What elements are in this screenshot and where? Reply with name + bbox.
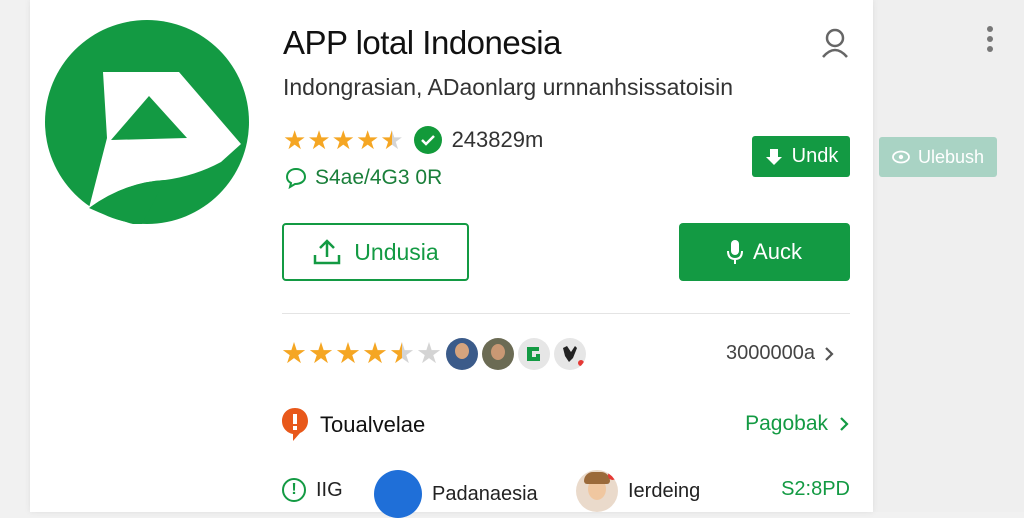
- section-link[interactable]: Pagobak: [745, 412, 850, 436]
- star-icon: ★: [281, 338, 307, 370]
- notification-icon: [282, 408, 308, 441]
- info-item[interactable]: ! IIG: [282, 478, 343, 502]
- reviews-count: 3000000a: [726, 342, 815, 364]
- avatar: [576, 470, 618, 512]
- developer-item[interactable]: Padanaesia: [374, 470, 538, 518]
- trending-item-label: Ierdeing: [628, 479, 701, 502]
- star-icon: ★: [283, 125, 307, 155]
- primary-button-label: Auck: [753, 239, 802, 264]
- divider: [282, 313, 850, 314]
- side-button-label: Ulebush: [917, 146, 985, 167]
- comment-text: S4ae/4G3 0R: [315, 166, 443, 189]
- developer-item-label: Padanaesia: [432, 482, 538, 505]
- star-rating: ★ ★ ★ ★ ★: [283, 127, 404, 153]
- star-rating: ★ ★ ★ ★ ★ ★: [281, 339, 442, 369]
- trending-item[interactable]: Ierdeing: [576, 470, 700, 512]
- bottom-info-row: ! IIG Padanaesia Ierdeing S2:8PD: [282, 470, 850, 518]
- update-button-label: Undusia: [354, 238, 439, 265]
- star-half-icon: ★: [389, 338, 415, 370]
- download-icon: [765, 148, 782, 165]
- chevron-right-icon: [825, 346, 834, 361]
- star-icon: ★: [307, 125, 331, 155]
- price-value: S2:8PD: [781, 478, 850, 500]
- side-panel: [873, 0, 1024, 512]
- rating-count: 243829m: [451, 127, 544, 152]
- app-subtitle: Indongrasian, ADaonlarg urnnanhsissatois…: [283, 74, 734, 100]
- reviews-link[interactable]: 3000000a: [726, 342, 835, 365]
- reviewer-avatars: [446, 338, 586, 370]
- upload-icon: [314, 239, 341, 265]
- install-button-label: Undk: [791, 145, 839, 167]
- avatar[interactable]: [482, 338, 514, 370]
- chevron-right-icon: [840, 417, 849, 431]
- avatar[interactable]: [518, 338, 550, 370]
- primary-button[interactable]: Auck: [679, 223, 850, 281]
- microphone-icon: [727, 240, 744, 264]
- reviews-summary: ★ ★ ★ ★ ★ ★: [281, 338, 586, 370]
- comment-count[interactable]: S4ae/4G3 0R: [285, 166, 442, 190]
- star-icon: ★: [308, 338, 334, 370]
- star-half-icon: ★: [380, 125, 404, 155]
- check-circle-icon: [413, 126, 442, 154]
- update-button[interactable]: Undusia: [282, 223, 469, 281]
- star-empty-icon: ★: [416, 338, 442, 370]
- developer-logo-icon: [374, 470, 422, 518]
- side-button[interactable]: Ulebush: [879, 137, 997, 177]
- star-icon: ★: [362, 338, 388, 370]
- avatar[interactable]: [446, 338, 478, 370]
- rating-summary: ★ ★ ★ ★ ★ 243829m: [283, 126, 543, 154]
- eye-icon: [892, 150, 910, 164]
- avatar[interactable]: [554, 338, 586, 370]
- more-vert-icon[interactable]: [982, 26, 998, 60]
- info-item-label: IIG: [316, 478, 343, 501]
- star-icon: ★: [355, 125, 380, 155]
- star-icon: ★: [331, 125, 355, 155]
- chat-bubble-icon: [285, 167, 307, 189]
- section-header: Toualvelae Pagobak: [280, 406, 850, 442]
- install-button[interactable]: Undk: [752, 136, 850, 177]
- section-title: Toualvelae: [320, 412, 426, 437]
- person-icon[interactable]: [818, 26, 852, 60]
- app-logo: [45, 20, 249, 224]
- app-title: APP lotal Indonesia: [283, 24, 561, 61]
- star-icon: ★: [335, 338, 361, 370]
- info-icon: !: [282, 478, 306, 502]
- section-link-label: Pagobak: [745, 412, 828, 435]
